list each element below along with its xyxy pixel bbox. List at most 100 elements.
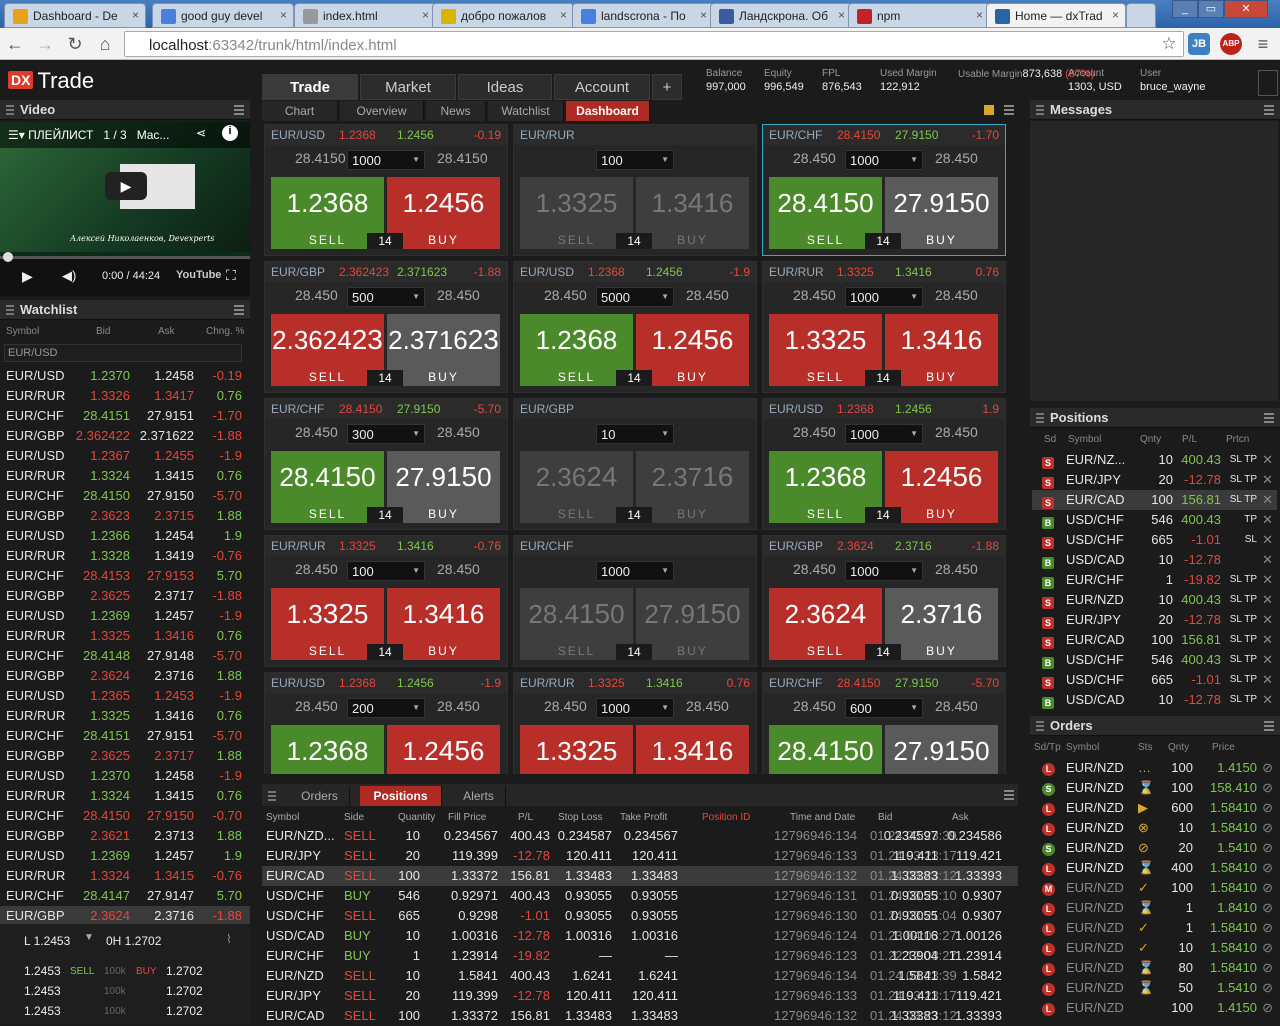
watchlist-row[interactable]: EUR/RUR 1.3324 1.3415 0.76 xyxy=(0,466,250,486)
watchlist-row[interactable]: EUR/USD 1.2369 1.2457 1.9 xyxy=(0,846,250,866)
watchlist-row[interactable]: EUR/CHF 28.4151 27.9151 -5.70 xyxy=(0,726,250,746)
position-row[interactable]: EUR/CHF BUY 1 1.23914 -19.82— —12796946:123 01… xyxy=(262,946,1018,966)
grid-col-header[interactable]: Stop Loss xyxy=(558,812,602,823)
quantity-select[interactable]: 1000 xyxy=(845,561,923,581)
watchlist-row[interactable]: EUR/CHF 28.4147 27.9147 5.70 xyxy=(0,886,250,906)
youtube-logo[interactable]: YouTube xyxy=(176,269,221,281)
positions-col-header[interactable]: P/L xyxy=(1182,434,1197,445)
close-tab-icon[interactable]: × xyxy=(1112,8,1119,22)
orders-row[interactable]: M EUR/NZD ✓ 100 1.58410 ⊘ xyxy=(1032,878,1277,898)
new-tab-button[interactable] xyxy=(1126,3,1156,28)
close-position-icon[interactable]: ✕ xyxy=(1262,532,1273,548)
quantity-select[interactable]: 1000 xyxy=(845,150,923,170)
watchlist-row[interactable]: EUR/CHF 28.4151 27.9151 -1.70 xyxy=(0,406,250,426)
close-tab-icon[interactable]: × xyxy=(422,8,429,22)
sell-button[interactable]: 1.2368SELL xyxy=(271,725,384,774)
cancel-order-icon[interactable]: ⊘ xyxy=(1262,880,1273,896)
trade-tile[interactable]: EUR/GBP102.3624SELL2.3716BUY14 xyxy=(513,398,757,530)
cancel-order-icon[interactable]: ⊘ xyxy=(1262,960,1273,976)
position-row[interactable]: EUR/NZD SELL 10 1.5841 400.43 1.6241 1.6241 127… xyxy=(262,966,1018,986)
watchlist-row[interactable]: EUR/CHF 28.4150 27.9150 -0.70 xyxy=(0,806,250,826)
grid-col-header[interactable]: Side xyxy=(344,812,364,823)
orders-row[interactable]: L EUR/NZD ⌛ 400 1.58410 ⊘ xyxy=(1032,858,1277,878)
positions-col-header[interactable]: Symbol xyxy=(1068,434,1101,445)
trade-tile[interactable]: EUR/CHF28.415027.9150-5.7028.45030028.45… xyxy=(264,398,508,530)
trade-tile[interactable]: EUR/USD1.23681.2456-0.1928.4150100028.41… xyxy=(264,124,508,256)
home-icon[interactable]: ⌂ xyxy=(94,33,116,55)
playlist-label[interactable]: ПЛЕЙЛИСТ xyxy=(28,128,93,142)
sell-button[interactable]: 1.3325SELL xyxy=(520,725,633,774)
play-overlay-icon[interactable]: ▶ xyxy=(105,172,147,200)
grid-col-header[interactable]: Fill Price xyxy=(448,812,486,823)
maximize-button[interactable]: ▭ xyxy=(1198,0,1224,18)
close-position-icon[interactable]: ✕ xyxy=(1262,592,1273,608)
volume-icon[interactable]: ◀) xyxy=(62,268,76,284)
buy-button[interactable]: 1.3416 BUY xyxy=(885,314,998,386)
orders-row[interactable]: L EUR/NZD 100 1.4150 ⊘ xyxy=(1032,998,1277,1018)
watchlist-row[interactable]: EUR/USD 1.2367 1.2455 -1.9 xyxy=(0,446,250,466)
bookmark-star-icon[interactable]: ☆ xyxy=(1158,33,1180,55)
main-tab-ideas[interactable]: Ideas xyxy=(458,74,552,100)
positions-row[interactable]: B USD/CAD 10 -12.78 SL TP ✕ xyxy=(1032,690,1277,710)
close-tab-icon[interactable]: × xyxy=(838,8,845,22)
reload-icon[interactable]: ↻ xyxy=(64,33,86,55)
watchlist-col-header[interactable]: Ask xyxy=(158,326,175,337)
quantity-select[interactable]: 300 xyxy=(347,424,425,444)
browser-tab[interactable]: landscrona - По × xyxy=(572,3,714,28)
cancel-order-icon[interactable]: ⊘ xyxy=(1262,940,1273,956)
orders-menu-icon[interactable] xyxy=(1264,721,1274,731)
browser-tab[interactable]: npm × xyxy=(848,3,990,28)
watchlist-row[interactable]: EUR/GBP 2.3624 2.3716 -1.88 xyxy=(0,906,250,926)
orders-row[interactable]: L EUR/NZD ✓ 1 1.58410 ⊘ xyxy=(1032,918,1277,938)
orders-row[interactable]: S EUR/NZD ⊘ 20 1.5410 ⊘ xyxy=(1032,838,1277,858)
orders-row[interactable]: L EUR/NZD ⌛ 1 1.8410 ⊘ xyxy=(1032,898,1277,918)
watchlist-row[interactable]: EUR/RUR 1.3328 1.3419 -0.76 xyxy=(0,546,250,566)
grid-tab-orders[interactable]: Orders xyxy=(290,786,350,806)
main-tab-account[interactable]: Account xyxy=(554,74,650,100)
orders-row[interactable]: L EUR/NZD ▶ 600 1.58410 ⊘ xyxy=(1032,798,1277,818)
quantity-select[interactable]: 10 xyxy=(596,424,674,444)
trade-tile[interactable]: EUR/CHF28.415027.9150-1.7028.450100028.4… xyxy=(762,124,1006,256)
close-tab-icon[interactable]: × xyxy=(560,8,567,22)
buy-button[interactable]: 1.2456 BUY xyxy=(387,177,500,249)
position-row[interactable]: USD/CAD BUY 10 1.00316 -12.78 1.00316 1.00316 1… xyxy=(262,926,1018,946)
close-tab-icon[interactable]: × xyxy=(700,8,707,22)
positions-row[interactable]: S USD/CHF 665 -1.01 SL TP ✕ xyxy=(1032,670,1277,690)
close-position-icon[interactable]: ✕ xyxy=(1262,692,1273,708)
buy-button[interactable]: 1.3416 BUY xyxy=(636,177,749,249)
buy-button[interactable]: 2.371623 BUY xyxy=(387,314,500,386)
close-position-icon[interactable]: ✕ xyxy=(1262,672,1273,688)
browser-tab[interactable]: good guy devel × xyxy=(152,3,294,28)
positions-col-header[interactable]: Sd xyxy=(1044,434,1056,445)
dashboard-menu-icon[interactable] xyxy=(1004,105,1014,115)
grid-col-header[interactable]: Symbol xyxy=(266,812,299,823)
position-row[interactable]: EUR/NZD... SELL 10 0.234567 400.43 0.234587 0.… xyxy=(262,826,1018,846)
close-position-icon[interactable]: ✕ xyxy=(1262,572,1273,588)
video-menu-icon[interactable] xyxy=(234,105,244,115)
positions-row[interactable]: S EUR/CAD 100 156.81 SL TP ✕ xyxy=(1032,630,1277,650)
watchlist-row[interactable]: EUR/USD 1.2370 1.2458 -1.9 xyxy=(0,766,250,786)
sub-tab-overview[interactable]: Overview xyxy=(340,101,424,121)
cancel-order-icon[interactable]: ⊘ xyxy=(1262,760,1273,776)
quantity-select[interactable]: 200 xyxy=(347,698,425,718)
grid-col-header[interactable]: Quantity xyxy=(398,812,435,823)
quantity-select[interactable]: 1000 xyxy=(596,698,674,718)
orders-row[interactable]: L EUR/NZD ⊗ 10 1.58410 ⊘ xyxy=(1032,818,1277,838)
grid-col-header[interactable]: Position ID xyxy=(702,812,750,823)
positions-col-header[interactable]: Prtcn xyxy=(1226,434,1249,445)
period-dropdown[interactable]: ▼ xyxy=(84,932,94,943)
orders-row[interactable]: L EUR/NZD … 100 1.4150 ⊘ xyxy=(1032,758,1277,778)
close-position-icon[interactable]: ✕ xyxy=(1262,612,1273,628)
quantity-select[interactable]: 1000 xyxy=(845,424,923,444)
sub-tab-chart[interactable]: Chart xyxy=(262,101,338,121)
positions-menu-icon[interactable] xyxy=(1264,413,1274,423)
orders-row[interactable]: S EUR/NZD ⌛ 100 158.410 ⊘ xyxy=(1032,778,1277,798)
cancel-order-icon[interactable]: ⊘ xyxy=(1262,1000,1273,1016)
watchlist-row[interactable]: EUR/CHF 28.4148 27.9148 -5.70 xyxy=(0,646,250,666)
watchlist-row[interactable]: EUR/USD 1.2369 1.2457 -1.9 xyxy=(0,606,250,626)
quantity-select[interactable]: 1000 xyxy=(845,287,923,307)
quantity-select[interactable]: 5000 xyxy=(596,287,674,307)
orders-row[interactable]: L EUR/NZD ⌛ 50 1.5410 ⊘ xyxy=(1032,978,1277,998)
grid-col-header[interactable]: P/L xyxy=(518,812,533,823)
orders-col-header[interactable]: Sd/Tp xyxy=(1034,742,1061,753)
